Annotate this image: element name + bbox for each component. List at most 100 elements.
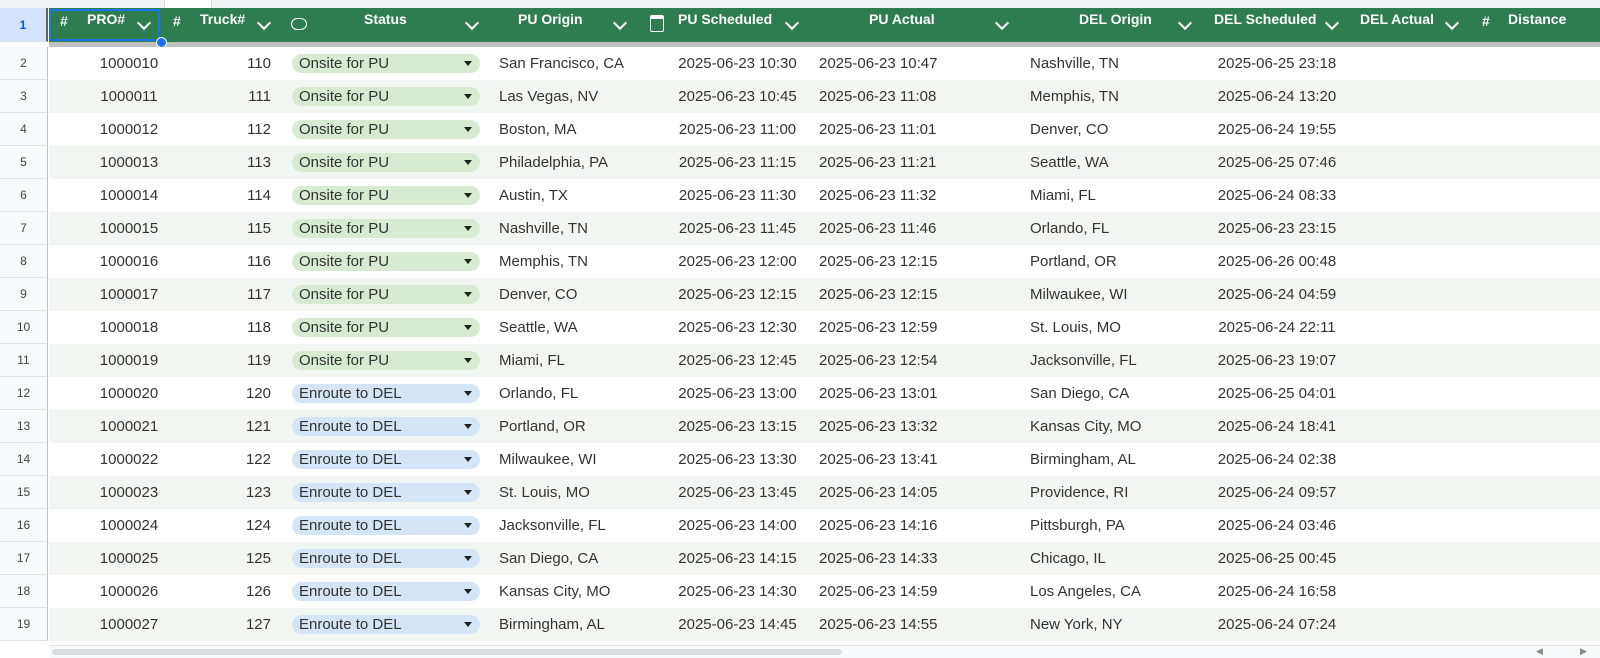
cell-status[interactable]: Onsite for PU xyxy=(292,311,480,344)
cell-pu-scheduled[interactable]: 2025-06-23 12:15 xyxy=(674,278,801,311)
cell-pu-scheduled[interactable]: 2025-06-23 14:00 xyxy=(674,509,801,542)
cell-pu-origin[interactable]: Denver, CO xyxy=(499,278,649,311)
selected-cell-outline[interactable] xyxy=(49,9,160,41)
cell-del-origin[interactable]: Jacksonville, FL xyxy=(1030,344,1190,377)
cell-pu-origin[interactable]: San Diego, CA xyxy=(499,542,649,575)
status-dropdown-chip[interactable]: Enroute to DEL xyxy=(292,615,480,634)
cell-truck[interactable]: 111 xyxy=(219,80,271,113)
dropdown-arrow-icon[interactable] xyxy=(464,622,472,627)
cell-pu-scheduled[interactable]: 2025-06-23 13:00 xyxy=(674,377,801,410)
toolbar-tab-stub[interactable] xyxy=(164,0,212,8)
cell-truck[interactable]: 123 xyxy=(219,476,271,509)
column-header-del-scheduled[interactable]: DEL Scheduled xyxy=(1204,8,1344,42)
cell-del-origin[interactable]: Denver, CO xyxy=(1030,113,1190,146)
cell-status[interactable]: Onsite for PU xyxy=(292,179,480,212)
cell-pu-scheduled[interactable]: 2025-06-23 11:45 xyxy=(674,212,801,245)
cell-truck[interactable]: 125 xyxy=(219,542,271,575)
cell-pu-scheduled[interactable]: 2025-06-23 14:15 xyxy=(674,542,801,575)
dropdown-arrow-icon[interactable] xyxy=(464,325,472,330)
cell-status[interactable]: Onsite for PU xyxy=(292,80,480,113)
status-dropdown-chip[interactable]: Onsite for PU xyxy=(292,186,480,205)
cell-del-scheduled[interactable]: 2025-06-24 07:24 xyxy=(1207,608,1347,641)
cell-pu-actual[interactable]: 2025-06-23 12:15 xyxy=(819,245,949,278)
dropdown-arrow-icon[interactable] xyxy=(464,127,472,132)
cell-pu-actual[interactable]: 2025-06-23 11:21 xyxy=(819,146,949,179)
status-dropdown-chip[interactable]: Onsite for PU xyxy=(292,252,480,271)
cell-status[interactable]: Onsite for PU xyxy=(292,245,480,278)
row-number[interactable]: 14 xyxy=(0,443,48,476)
cell-pro[interactable]: 1000027 xyxy=(89,608,169,641)
row-number[interactable]: 12 xyxy=(0,377,48,410)
cell-del-scheduled[interactable]: 2025-06-23 19:07 xyxy=(1207,344,1347,377)
status-dropdown-chip[interactable]: Onsite for PU xyxy=(292,54,480,73)
cell-pu-actual[interactable]: 2025-06-23 12:15 xyxy=(819,278,949,311)
cell-pu-scheduled[interactable]: 2025-06-23 12:00 xyxy=(674,245,801,278)
status-dropdown-chip[interactable]: Enroute to DEL xyxy=(292,483,480,502)
status-dropdown-chip[interactable]: Enroute to DEL xyxy=(292,417,480,436)
cell-status[interactable]: Enroute to DEL xyxy=(292,608,480,641)
row-number[interactable]: 8 xyxy=(0,245,48,278)
dropdown-arrow-icon[interactable] xyxy=(464,160,472,165)
cell-status[interactable]: Onsite for PU xyxy=(292,344,480,377)
cell-pu-actual[interactable]: 2025-06-23 10:47 xyxy=(819,47,949,80)
cell-status[interactable]: Onsite for PU xyxy=(292,146,480,179)
cell-truck[interactable]: 115 xyxy=(219,212,271,245)
cell-pu-actual[interactable]: 2025-06-23 11:08 xyxy=(819,80,949,113)
cell-truck[interactable]: 120 xyxy=(219,377,271,410)
cell-del-origin[interactable]: Nashville, TN xyxy=(1030,47,1190,80)
horizontal-scrollbar[interactable]: ◀ ▶ xyxy=(49,645,1600,658)
cell-pu-scheduled[interactable]: 2025-06-23 12:30 xyxy=(674,311,801,344)
cell-pro[interactable]: 1000018 xyxy=(89,311,169,344)
cell-pu-origin[interactable]: St. Louis, MO xyxy=(499,476,649,509)
cell-pu-origin[interactable]: Memphis, TN xyxy=(499,245,649,278)
cell-truck[interactable]: 118 xyxy=(219,311,271,344)
status-dropdown-chip[interactable]: Onsite for PU xyxy=(292,153,480,172)
cell-pu-origin[interactable]: Miami, FL xyxy=(499,344,649,377)
cell-del-origin[interactable]: Providence, RI xyxy=(1030,476,1190,509)
cell-del-origin[interactable]: Orlando, FL xyxy=(1030,212,1190,245)
cell-pu-origin[interactable]: Orlando, FL xyxy=(499,377,649,410)
row-number[interactable]: 10 xyxy=(0,311,48,344)
cell-pu-actual[interactable]: 2025-06-23 12:59 xyxy=(819,311,949,344)
cell-pu-actual[interactable]: 2025-06-23 14:33 xyxy=(819,542,949,575)
column-header-pu-actual[interactable]: PU Actual xyxy=(814,8,1014,42)
cell-del-scheduled[interactable]: 2025-06-23 23:15 xyxy=(1207,212,1347,245)
cell-truck[interactable]: 124 xyxy=(219,509,271,542)
cell-truck[interactable]: 116 xyxy=(219,245,271,278)
cell-status[interactable]: Enroute to DEL xyxy=(292,377,480,410)
cell-truck[interactable]: 114 xyxy=(219,179,271,212)
row-number-header[interactable]: 1 xyxy=(0,8,48,42)
cell-pro[interactable]: 1000016 xyxy=(89,245,169,278)
cell-pu-origin[interactable]: Las Vegas, NV xyxy=(499,80,649,113)
cell-pu-scheduled[interactable]: 2025-06-23 13:30 xyxy=(674,443,801,476)
dropdown-arrow-icon[interactable] xyxy=(464,589,472,594)
cell-del-scheduled[interactable]: 2025-06-24 13:20 xyxy=(1207,80,1347,113)
row-number[interactable]: 13 xyxy=(0,410,48,443)
cell-del-origin[interactable]: St. Louis, MO xyxy=(1030,311,1190,344)
cell-pu-origin[interactable]: San Francisco, CA xyxy=(499,47,649,80)
cell-pro[interactable]: 1000014 xyxy=(89,179,169,212)
cell-del-origin[interactable]: Seattle, WA xyxy=(1030,146,1190,179)
cell-del-origin[interactable]: Milwaukee, WI xyxy=(1030,278,1190,311)
status-dropdown-chip[interactable]: Enroute to DEL xyxy=(292,582,480,601)
cell-pu-actual[interactable]: 2025-06-23 13:41 xyxy=(819,443,949,476)
cell-pu-actual[interactable]: 2025-06-23 14:59 xyxy=(819,575,949,608)
cell-pro[interactable]: 1000023 xyxy=(89,476,169,509)
cell-del-scheduled[interactable]: 2025-06-24 22:11 xyxy=(1207,311,1347,344)
cell-status[interactable]: Enroute to DEL xyxy=(292,542,480,575)
cell-truck[interactable]: 127 xyxy=(219,608,271,641)
row-number[interactable]: 3 xyxy=(0,80,48,113)
row-number[interactable]: 7 xyxy=(0,212,48,245)
dropdown-arrow-icon[interactable] xyxy=(464,292,472,297)
cell-pu-scheduled[interactable]: 2025-06-23 14:45 xyxy=(674,608,801,641)
dropdown-arrow-icon[interactable] xyxy=(464,490,472,495)
dropdown-arrow-icon[interactable] xyxy=(464,226,472,231)
cell-pu-actual[interactable]: 2025-06-23 11:01 xyxy=(819,113,949,146)
row-number[interactable]: 4 xyxy=(0,113,48,146)
column-header-del-origin[interactable]: DEL Origin xyxy=(1024,8,1199,42)
cell-del-scheduled[interactable]: 2025-06-24 18:41 xyxy=(1207,410,1347,443)
cell-del-scheduled[interactable]: 2025-06-24 08:33 xyxy=(1207,179,1347,212)
cell-pro[interactable]: 1000017 xyxy=(89,278,169,311)
row-number[interactable]: 19 xyxy=(0,608,48,641)
dropdown-arrow-icon[interactable] xyxy=(464,556,472,561)
